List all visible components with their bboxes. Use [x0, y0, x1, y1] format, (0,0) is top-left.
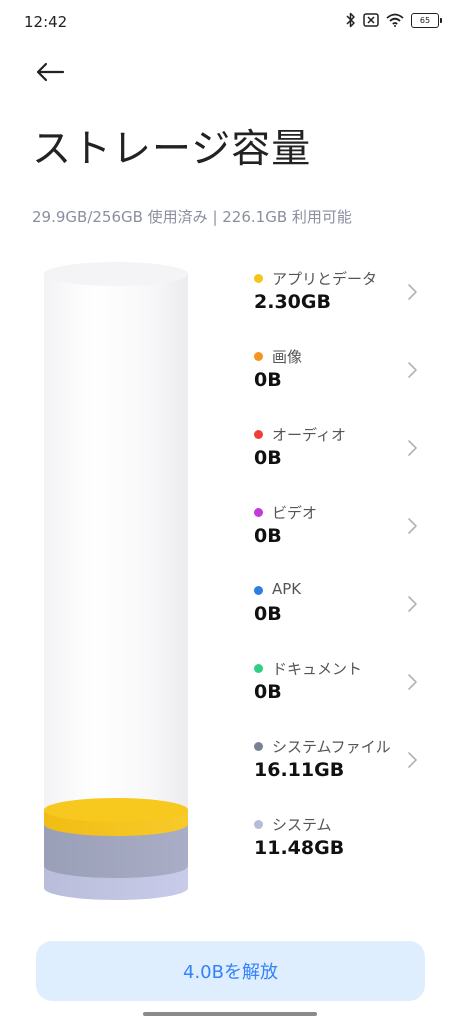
cylinder-top [44, 262, 188, 286]
audio-dot-icon [254, 430, 263, 439]
arrow-left-icon [35, 62, 65, 86]
category-value: 0B [254, 447, 282, 469]
wifi-icon [386, 13, 404, 27]
segment-apps-top [44, 798, 188, 822]
category-label: オーディオ [272, 426, 346, 444]
usage-summary: 29.9GB/256GB 使用済み | 226.1GB 利用可能 [32, 208, 352, 226]
chevron-right-icon [406, 750, 420, 770]
apk-dot-icon [254, 586, 263, 595]
free-up-space-button[interactable]: 4.0Bを解放 [36, 941, 425, 1001]
system-files-dot-icon [254, 742, 263, 751]
bluetooth-icon [346, 12, 356, 28]
category-video[interactable]: ビデオ 0B [254, 496, 434, 574]
category-label: アプリとデータ [272, 270, 378, 288]
category-documents[interactable]: ドキュメント 0B [254, 652, 434, 730]
sim-off-icon [363, 13, 379, 27]
category-label: ドキュメント [272, 660, 363, 678]
category-system-files[interactable]: システムファイル 16.11GB [254, 730, 434, 808]
apps-dot-icon [254, 274, 263, 283]
chevron-right-icon [406, 594, 420, 614]
chevron-right-icon [406, 516, 420, 536]
chevron-right-icon [406, 438, 420, 458]
category-value: 0B [254, 525, 282, 547]
storage-cylinder [40, 258, 192, 908]
chevron-right-icon [406, 360, 420, 380]
category-label: ビデオ [272, 504, 318, 522]
chevron-right-icon [406, 672, 420, 692]
category-images[interactable]: 画像 0B [254, 340, 434, 418]
status-bar: 12:42 65 [0, 0, 461, 44]
category-audio[interactable]: オーディオ 0B [254, 418, 434, 496]
system-dot-icon [254, 820, 263, 829]
documents-dot-icon [254, 664, 263, 673]
category-label: 画像 [272, 348, 303, 366]
home-indicator[interactable] [143, 1012, 317, 1016]
cylinder-body [44, 274, 188, 818]
category-value: 0B [254, 369, 282, 391]
category-value: 2.30GB [254, 291, 331, 313]
battery-icon: 65 [411, 12, 442, 28]
status-icons: 65 [346, 12, 442, 28]
category-label: APK [272, 580, 302, 598]
chevron-right-icon [406, 282, 420, 302]
category-value: 11.48GB [254, 837, 345, 859]
category-system: システム 11.48GB [254, 808, 434, 886]
category-apk[interactable]: APK 0B [254, 574, 434, 652]
category-apps-data[interactable]: アプリとデータ 2.30GB [254, 262, 434, 340]
page-title: ストレージ容量 [32, 127, 312, 172]
category-value: 0B [254, 603, 282, 625]
category-value: 16.11GB [254, 759, 345, 781]
video-dot-icon [254, 508, 263, 517]
back-button[interactable] [28, 56, 72, 92]
category-label: システムファイル [272, 738, 391, 756]
status-time: 12:42 [24, 13, 68, 31]
category-label: システム [272, 816, 332, 834]
category-value: 0B [254, 681, 282, 703]
images-dot-icon [254, 352, 263, 361]
category-list: アプリとデータ 2.30GB 画像 0B オーディオ 0B ビデオ 0B APK… [254, 262, 434, 886]
